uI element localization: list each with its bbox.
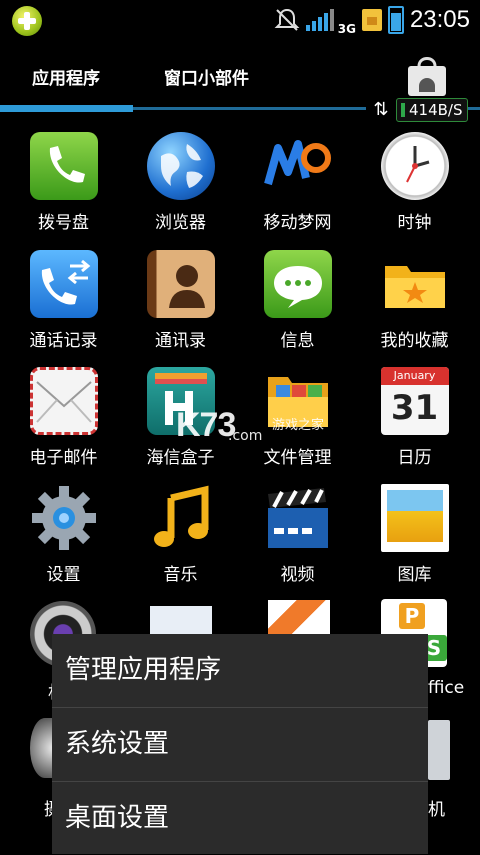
app-label: 我的收藏 <box>380 331 449 351</box>
options-menu: 管理应用程序 系统设置 桌面设置 <box>52 634 428 854</box>
app-video[interactable]: 视频 <box>239 484 356 585</box>
signal-strength-icon <box>305 9 334 31</box>
app-label: 通话记录 <box>29 331 98 351</box>
envelope-icon <box>29 367 98 435</box>
app-label: 电子邮件 <box>29 448 98 468</box>
tab-widgets[interactable]: 窗口小部件 <box>164 64 249 89</box>
app-label: 浏览器 <box>155 213 206 233</box>
play-store-icon[interactable] <box>404 52 450 98</box>
app-label: 视频 <box>280 565 315 585</box>
transfer-arrows-icon: ⇅ <box>373 99 389 120</box>
app-email[interactable]: 电子邮件 <box>5 367 122 468</box>
app-favorites[interactable]: 我的收藏 <box>356 250 473 351</box>
add-app-icon[interactable] <box>12 6 42 36</box>
monternet-icon <box>263 132 332 200</box>
app-label: 音乐 <box>163 565 198 585</box>
app-label: 日历 <box>397 448 432 468</box>
watermark-subtitle: 游戏之家 <box>272 418 325 433</box>
favorites-folder-icon <box>381 250 449 318</box>
menu-item-manage-apps[interactable]: 管理应用程序 <box>52 634 428 708</box>
status-bar: 3G 23:05 <box>0 0 480 40</box>
app-messages[interactable]: 信息 <box>239 250 356 351</box>
calendar-icon: January 31 <box>380 367 449 435</box>
app-label: 海信盒子 <box>146 448 215 468</box>
menu-item-system-settings[interactable]: 系统设置 <box>52 708 428 782</box>
flower-app-icon[interactable] <box>268 600 330 634</box>
app-label: 拨号盘 <box>38 213 89 233</box>
app-label: 设置 <box>46 565 81 585</box>
battery-icon <box>387 6 404 34</box>
call-log-icon <box>29 250 98 318</box>
network-speed: 414B/S <box>396 97 468 122</box>
music-note-icon <box>147 484 215 552</box>
app-monternet[interactable]: 移动梦网 <box>239 132 356 233</box>
watermark-domain: .com <box>228 428 263 444</box>
message-icon <box>263 250 332 318</box>
app-contacts[interactable]: 通讯录 <box>122 250 239 351</box>
alarm-off-icon <box>274 8 300 31</box>
watermark-logo: K73 <box>176 406 236 444</box>
app-browser[interactable]: 浏览器 <box>122 132 239 233</box>
app-label: 通讯录 <box>155 331 206 351</box>
app-music[interactable]: 音乐 <box>122 484 239 585</box>
app-label: 图库 <box>397 565 432 585</box>
clock-time: 23:05 <box>409 6 470 33</box>
menu-item-desktop-settings[interactable]: 桌面设置 <box>52 782 428 855</box>
app-label: 文件管理 <box>263 448 332 468</box>
app-call-log[interactable]: 通话记录 <box>5 250 122 351</box>
clock-icon <box>380 132 449 200</box>
globe-icon <box>146 132 215 200</box>
tab-apps[interactable]: 应用程序 <box>32 64 100 89</box>
network-type: 3G <box>337 22 356 36</box>
watermark: K73 游戏之家 .com <box>176 406 324 445</box>
app-settings[interactable]: 设置 <box>5 484 122 585</box>
partial-label: 机 <box>428 800 445 820</box>
calendar-day: 31 <box>390 388 439 428</box>
contacts-icon <box>146 250 215 318</box>
app-gallery[interactable]: 图库 <box>356 484 473 585</box>
calendar-month: January <box>380 367 449 385</box>
camera-phone-icon[interactable] <box>428 720 450 780</box>
partial-label: ffice <box>428 678 465 698</box>
status-icons: 3G 23:05 <box>274 4 470 36</box>
clapperboard-icon <box>264 484 332 552</box>
sim-icon <box>361 9 382 31</box>
gear-icon <box>30 484 98 552</box>
app-clock[interactable]: 时钟 <box>356 132 473 233</box>
gallery-icon <box>380 484 449 552</box>
tab-selected-indicator <box>0 105 133 112</box>
app-label: 移动梦网 <box>263 213 332 233</box>
app-calendar[interactable]: January 31 日历 <box>356 367 473 468</box>
network-speed-badge: ⇅ 414B/S <box>366 97 468 122</box>
app-label: 信息 <box>280 331 315 351</box>
map-app-icon[interactable] <box>150 606 212 634</box>
phone-icon <box>29 132 98 200</box>
app-label: 时钟 <box>397 213 432 233</box>
app-dialer[interactable]: 拨号盘 <box>5 132 122 233</box>
